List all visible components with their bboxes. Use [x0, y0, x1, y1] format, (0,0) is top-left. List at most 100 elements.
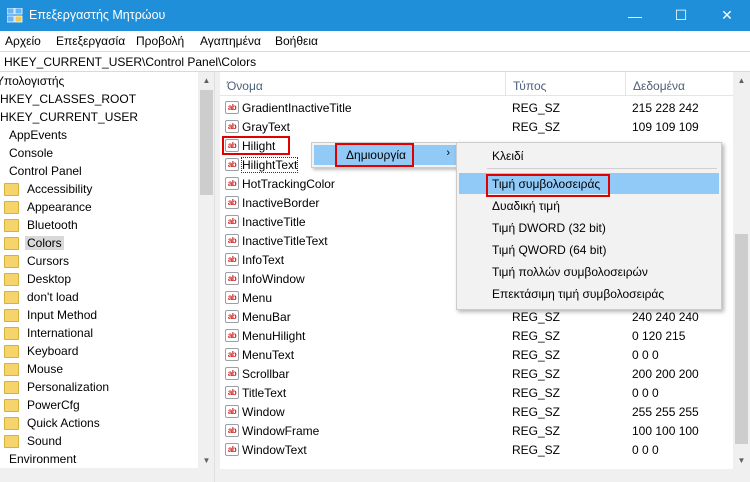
- value-data: 240 240 240: [632, 310, 699, 324]
- menu-view[interactable]: Προβολή: [136, 34, 184, 48]
- tree-item[interactable]: Control Panel: [7, 162, 84, 180]
- string-value-icon: ab: [225, 291, 239, 304]
- value-type: REG_SZ: [512, 329, 561, 343]
- tree-item[interactable]: HKEY_CURRENT_USER: [0, 108, 140, 126]
- tree-horizontal-scrollbar[interactable]: [0, 468, 214, 482]
- value-row[interactable]: ab WindowText REG_SZ 0 0 0: [220, 440, 733, 459]
- string-value-icon: ab: [225, 405, 239, 418]
- folder-icon: [4, 326, 19, 340]
- tree-item[interactable]: Υπολογιστής: [0, 72, 66, 90]
- string-value-icon: ab: [225, 443, 239, 456]
- value-name: InactiveTitle: [242, 215, 306, 229]
- tree-item[interactable]: Input Method: [4, 306, 99, 324]
- tree-item-selected[interactable]: Colors: [4, 234, 64, 252]
- value-name: Menu: [242, 291, 273, 305]
- value-name: MenuText: [242, 348, 295, 362]
- menu-help[interactable]: Βοήθεια: [275, 34, 318, 48]
- tree-item[interactable]: Personalization: [4, 378, 111, 396]
- tree-item[interactable]: Quick Actions: [4, 414, 102, 432]
- value-row[interactable]: ab MenuText REG_SZ 0 0 0: [220, 345, 733, 364]
- address-path: HKEY_CURRENT_USER\Control Panel\Colors: [4, 55, 257, 69]
- tree-item[interactable]: Console: [7, 144, 55, 162]
- tree-item[interactable]: Appearance: [4, 198, 94, 216]
- menu-edit[interactable]: Επεξεργασία: [56, 34, 125, 48]
- address-bar[interactable]: HKEY_CURRENT_USER\Control Panel\Colors: [0, 51, 750, 72]
- menu-favorites[interactable]: Αγαπημένα: [200, 34, 261, 48]
- column-header-name[interactable]: Όνομα: [220, 72, 506, 96]
- string-value-icon: ab: [225, 196, 239, 209]
- scroll-thumb[interactable]: [200, 90, 213, 195]
- window-title: Επεξεργαστής Μητρώου: [29, 8, 166, 22]
- submenu-item-multi-string-value[interactable]: Τιμή πολλών συμβολοσειρών: [459, 261, 719, 282]
- tree-item[interactable]: PowerCfg: [4, 396, 82, 414]
- scroll-down-icon[interactable]: ▼: [198, 452, 215, 469]
- scroll-up-icon[interactable]: ▲: [733, 72, 750, 89]
- string-value-icon: ab: [225, 234, 239, 247]
- close-button[interactable]: ✕: [704, 0, 750, 31]
- column-header-type[interactable]: Τύπος: [506, 72, 626, 96]
- value-data: 109 109 109: [632, 120, 699, 134]
- string-value-icon: ab: [225, 139, 239, 152]
- value-name: InfoWindow: [242, 272, 305, 286]
- submenu-item-qword-value[interactable]: Τιμή QWORD (64 bit): [459, 239, 719, 260]
- tree-item[interactable]: Mouse: [4, 360, 65, 378]
- maximize-button[interactable]: ☐: [658, 0, 704, 31]
- value-data: 200 200 200: [632, 367, 699, 381]
- folder-icon: [4, 398, 19, 412]
- folder-icon: [4, 218, 19, 232]
- value-type: REG_SZ: [512, 405, 561, 419]
- new-submenu: Κλειδί Τιμή συμβολοσειράς Δυαδική τιμή Τ…: [456, 142, 722, 310]
- string-value-icon: ab: [225, 177, 239, 190]
- value-row[interactable]: ab MenuHilight REG_SZ 0 120 215: [220, 326, 733, 345]
- submenu-item-key[interactable]: Κλειδί: [459, 145, 719, 166]
- list-horizontal-scrollbar[interactable]: [220, 469, 750, 482]
- value-type: REG_SZ: [512, 310, 561, 324]
- submenu-item-expandable-string-value[interactable]: Επεκτάσιμη τιμή συμβολοσειράς: [459, 283, 719, 304]
- string-value-icon: ab: [225, 348, 239, 361]
- value-data: 0 0 0: [632, 386, 659, 400]
- minimize-icon: —: [628, 7, 642, 24]
- folder-icon: [4, 434, 19, 448]
- scroll-thumb[interactable]: [735, 234, 748, 444]
- submenu-item-dword-value[interactable]: Τιμή DWORD (32 bit): [459, 217, 719, 238]
- tree-item[interactable]: Accessibility: [4, 180, 94, 198]
- value-row[interactable]: ab Window REG_SZ 255 255 255: [220, 402, 733, 421]
- tree-item[interactable]: Keyboard: [4, 342, 80, 360]
- value-row[interactable]: ab WindowFrame REG_SZ 100 100 100: [220, 421, 733, 440]
- tree-item[interactable]: Desktop: [4, 270, 73, 288]
- column-header-data[interactable]: Δεδομένα: [626, 72, 733, 96]
- tree-item[interactable]: Bluetooth: [4, 216, 80, 234]
- tree-item[interactable]: Cursors: [4, 252, 71, 270]
- tree-item[interactable]: HKEY_CLASSES_ROOT: [0, 90, 138, 108]
- submenu-item-binary-value[interactable]: Δυαδική τιμή: [459, 195, 719, 216]
- maximize-icon: ☐: [674, 7, 688, 23]
- minimize-button[interactable]: —: [612, 0, 658, 31]
- folder-icon: [4, 200, 19, 214]
- value-name: InactiveBorder: [242, 196, 320, 210]
- tree-vertical-scrollbar[interactable]: ▲ ▼: [198, 72, 215, 469]
- folder-icon: [4, 362, 19, 376]
- tree-item[interactable]: International: [4, 324, 95, 342]
- value-row[interactable]: ab TitleText REG_SZ 0 0 0: [220, 383, 733, 402]
- tree-item[interactable]: Sound: [4, 432, 64, 450]
- value-type: REG_SZ: [512, 367, 561, 381]
- value-row[interactable]: ab Scrollbar REG_SZ 200 200 200: [220, 364, 733, 383]
- submenu-item-string-value[interactable]: Τιμή συμβολοσειράς: [459, 173, 719, 194]
- value-row[interactable]: ab GradientInactiveTitle REG_SZ 215 228 242: [220, 98, 733, 117]
- scroll-up-icon[interactable]: ▲: [198, 72, 215, 89]
- value-name: WindowText: [242, 443, 307, 457]
- tree-item[interactable]: don't load: [4, 288, 81, 306]
- string-value-icon: ab: [225, 158, 239, 171]
- tree-item[interactable]: AppEvents: [7, 126, 69, 144]
- scroll-down-icon[interactable]: ▼: [733, 452, 750, 469]
- context-menu: Δημιουργία ›: [311, 142, 459, 168]
- menu-item-new[interactable]: Δημιουργία ›: [314, 145, 456, 165]
- value-row[interactable]: ab GrayText REG_SZ 109 109 109: [220, 117, 733, 136]
- folder-icon: [4, 416, 19, 430]
- menu-file[interactable]: Αρχείο: [5, 34, 41, 48]
- value-name: MenuHilight: [242, 329, 306, 343]
- value-type: REG_SZ: [512, 386, 561, 400]
- list-vertical-scrollbar[interactable]: ▲ ▼: [733, 72, 750, 469]
- value-type: REG_SZ: [512, 424, 561, 438]
- tree-item[interactable]: Environment: [7, 450, 78, 468]
